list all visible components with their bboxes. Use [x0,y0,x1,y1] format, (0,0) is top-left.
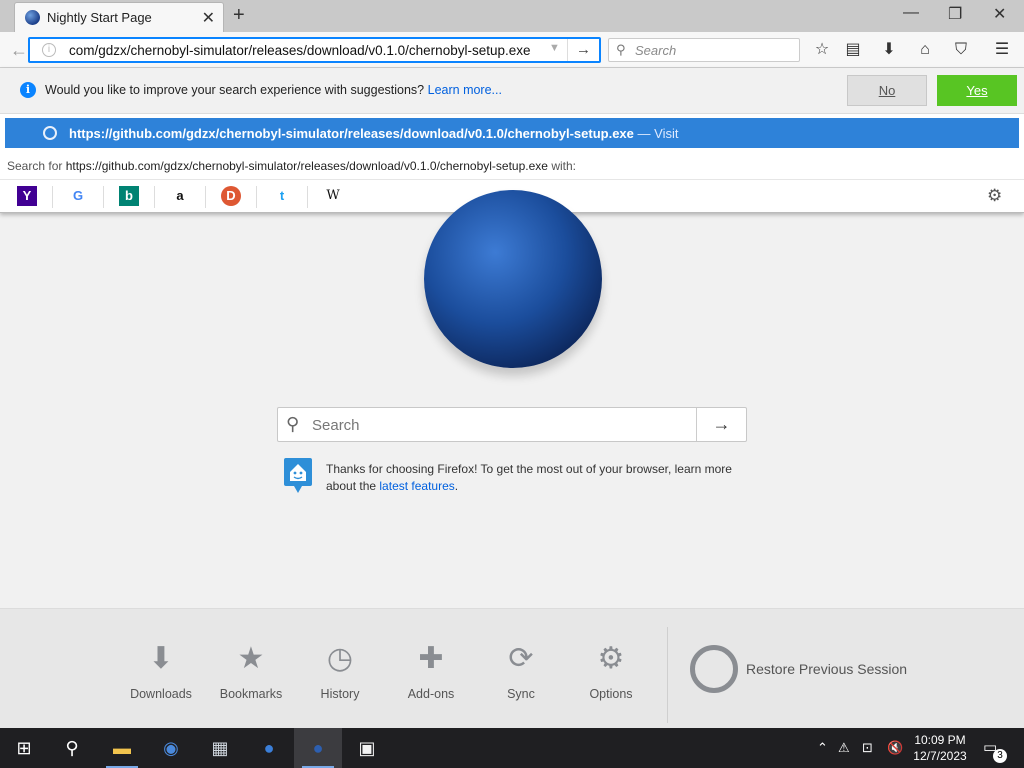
page-search-placeholder: Search [312,417,360,434]
tab-title: Nightly Start Page [47,10,152,25]
firefox-icon[interactable]: ● [245,728,293,768]
menu-hamburger-icon[interactable]: ☰ [990,38,1014,62]
network-icon[interactable]: ⊡ [862,740,873,756]
page-search-go-button[interactable]: → [696,408,746,441]
search-taskbar-icon[interactable]: ⚲ [48,728,96,768]
yahoo-icon[interactable]: Y [17,186,37,206]
launcher-bar: ⬇ Downloads ★ Bookmarks ◷ History ✚ Add-… [0,608,1024,728]
sync-icon: ⟳ [508,642,534,675]
notification-message: Would you like to improve your search ex… [45,83,502,97]
file-explorer-icon[interactable]: ▬ [98,728,146,768]
network-computer-icon[interactable]: ▦ [196,728,244,768]
taskbar-clock[interactable]: 10:09 PM 12/7/2023 [912,732,968,764]
snippet-text: Thanks for choosing Firefox! To get the … [326,462,732,493]
url-text[interactable]: com/gdzx/chernobyl-simulator/releases/do… [69,43,544,58]
nightly-favicon-icon [25,10,40,25]
minimize-button[interactable]: — [903,4,919,22]
info-icon: i [20,82,36,98]
gear-icon: ⚙ [597,642,625,675]
go-button[interactable]: → [567,39,599,61]
bookmark-star-icon[interactable]: ☆ [810,38,834,62]
url-bar[interactable]: i com/gdzx/chernobyl-simulator/releases/… [28,37,601,63]
sync-launcher-button[interactable]: ⟳ Sync [481,639,561,701]
site-info-icon[interactable]: i [42,43,56,57]
addons-launcher-button[interactable]: ✚ Add-ons [391,639,471,701]
search-for-label: Search for https://github.com/gdzx/chern… [7,159,576,173]
search-settings-gear-icon[interactable]: ⚙ [987,186,1002,206]
suggestion-url: https://github.com/gdzx/chernobyl-simula… [69,126,679,141]
wikipedia-icon[interactable]: W [323,186,343,206]
learn-more-link[interactable]: Learn more... [428,83,502,97]
history-launcher-button[interactable]: ◷ History [300,639,380,701]
pocket-icon[interactable]: ⛉ [949,38,973,62]
globe-icon [43,126,57,140]
show-hidden-icons-chevron-up-icon[interactable]: ⌃ [817,740,828,756]
store-icon[interactable]: ▣ [343,728,391,768]
close-window-button[interactable]: ✕ [993,4,1006,24]
no-button[interactable]: No [847,75,927,106]
search-bar[interactable]: ⚲ Search [608,38,800,62]
downloads-launcher-button[interactable]: ⬇ Downloads [121,639,201,701]
notification-count-badge: 3 [993,749,1007,763]
reading-list-icon[interactable]: ▤ [841,38,865,62]
restore-button[interactable]: ❐ [948,4,962,24]
downloads-icon[interactable]: ⬇ [877,38,901,62]
chrome-icon[interactable]: ◉ [147,728,195,768]
history-dropdown-icon[interactable]: ▼ [549,42,560,54]
security-alert-icon[interactable]: ⚠ [838,740,850,756]
amazon-icon[interactable]: a [170,186,190,206]
restore-session-icon[interactable] [690,645,738,693]
visit-label: — Visit [637,126,679,141]
search-placeholder: Search [635,43,677,58]
new-tab-button[interactable]: + [233,4,245,27]
download-arrow-icon: ⬇ [148,642,174,675]
start-windows-icon[interactable]: ⊞ [0,728,48,768]
visit-url-suggestion[interactable]: https://github.com/gdzx/chernobyl-simula… [5,118,1019,148]
twitter-icon[interactable]: t [272,186,292,206]
search-icon: ⚲ [286,414,300,434]
latest-features-link[interactable]: latest features [379,479,454,493]
bing-icon[interactable]: b [119,186,139,206]
tab-strip: Nightly Start Page ✕ + — ❐ ✕ [0,0,1024,32]
home-icon[interactable]: ⌂ [913,38,937,62]
windows-taskbar: ⊞ ⚲ ▬ ◉ ▦ ● ● ▣ ⌃ ⚠ ⊡ 🔇 10:09 PM 12/7/20… [0,728,1024,768]
yes-button[interactable]: Yes [937,75,1017,106]
duckduckgo-icon[interactable]: D [221,186,241,206]
clock-icon: ◷ [326,642,354,675]
close-tab-icon[interactable]: ✕ [202,8,215,28]
page-search-box[interactable]: ⚲ Search → [277,407,747,442]
options-launcher-button[interactable]: ⚙ Options [571,639,651,701]
snippet-home-icon [284,458,312,493]
navigation-bar: ← i com/gdzx/chernobyl-simulator/release… [0,32,1024,68]
bookmarks-launcher-button[interactable]: ★ Bookmarks [211,639,291,701]
tab-nightly-start-page[interactable]: Nightly Start Page ✕ [14,2,224,32]
search-icon: ⚲ [616,42,626,57]
star-icon: ★ [237,642,265,675]
volume-muted-icon[interactable]: 🔇 [887,740,903,756]
search-suggestions-notification: i Would you like to improve your search … [0,68,1024,114]
launcher-divider [667,627,668,723]
puzzle-piece-icon: ✚ [418,642,444,675]
nightly-taskbar-icon[interactable]: ● [294,728,342,768]
google-icon[interactable]: G [68,186,88,206]
nightly-globe-logo [424,190,602,368]
restore-session-button[interactable]: Restore Previous Session [746,661,907,677]
